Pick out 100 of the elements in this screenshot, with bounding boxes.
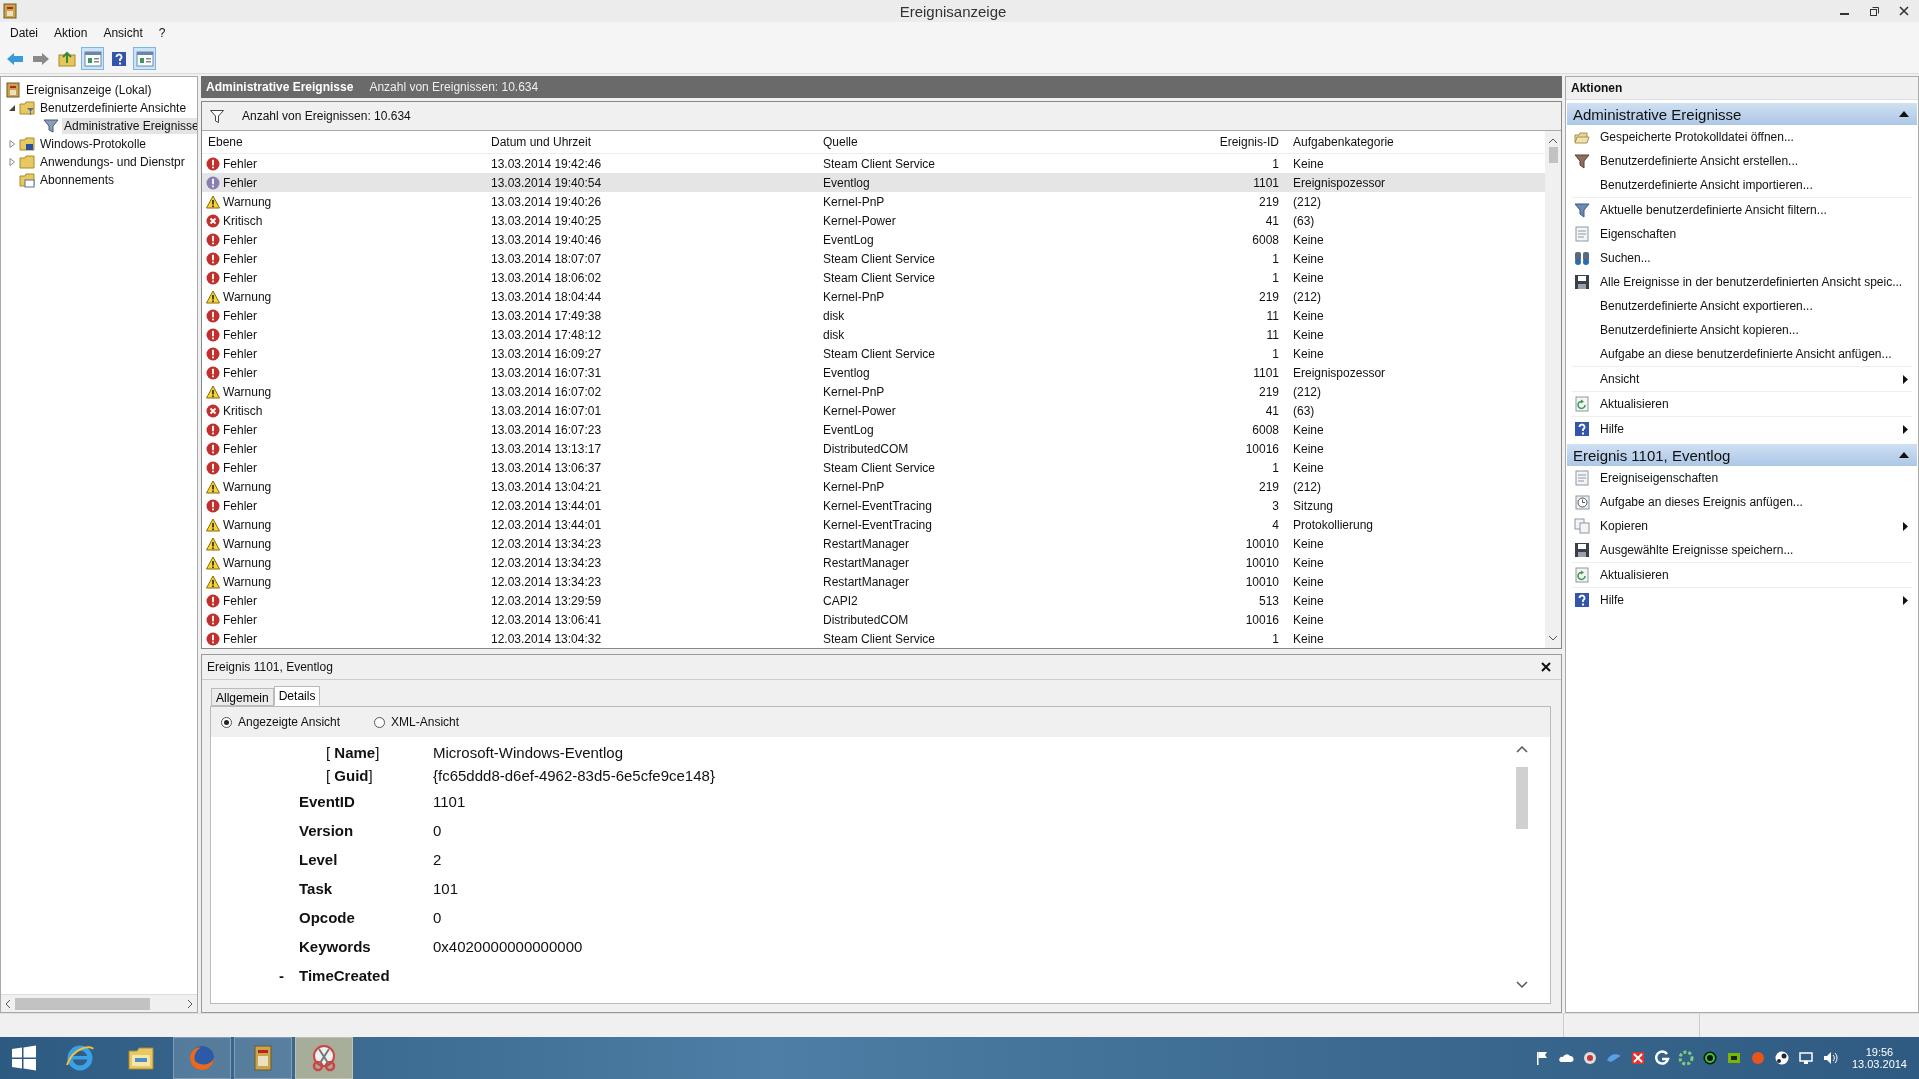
event-row[interactable]: Fehler 13.03.2014 16:09:27 Steam Client Service 1 Keine [202, 344, 1545, 363]
action-item[interactable]: Benutzerdefinierte Ansicht kopieren... [1572, 318, 1912, 342]
taskbar-button[interactable] [234, 1037, 292, 1079]
event-row[interactable]: Warnung 12.03.2014 13:34:23 RestartManager 10010 Keine [202, 534, 1545, 553]
tree-item[interactable]: Ereignisanzeige (Lokal) [24, 82, 154, 98]
action-item[interactable]: Aktualisieren [1572, 392, 1912, 416]
clock[interactable]: 19:56 13.03.2014 [1851, 1046, 1919, 1070]
category-cell-text: (212) [1292, 194, 1322, 209]
action-item[interactable]: Hilfe [1572, 417, 1912, 441]
folder-up-icon [57, 50, 76, 67]
action-item[interactable]: Ansicht [1572, 367, 1912, 391]
event-row[interactable]: Fehler 13.03.2014 16:07:31 Eventlog 1101 Ereignispozessor [202, 363, 1545, 382]
menu-item[interactable]: Aktion [48, 24, 94, 42]
event-row[interactable]: Warnung 12.03.2014 13:44:01 Kernel-EventTracing 4 Protokollierung [202, 515, 1545, 534]
event-row[interactable]: Fehler 12.03.2014 13:29:59 CAPI2 513 Keine [202, 591, 1545, 610]
event-row[interactable]: Kritisch 13.03.2014 16:07:01 Kernel-Power 41 (63) [202, 401, 1545, 420]
event-row[interactable]: Fehler 12.03.2014 13:44:01 Kernel-EventTracing 3 Sitzung [202, 496, 1545, 515]
scroll-right-icon[interactable] [186, 998, 194, 1009]
menu-item[interactable]: Ansicht [97, 24, 149, 42]
app-icon[interactable] [1653, 1050, 1670, 1066]
scroll-thumb[interactable] [1548, 147, 1558, 163]
action-item[interactable]: Benutzerdefinierte Ansicht erstellen... [1572, 149, 1912, 173]
scroll-up-icon[interactable] [1516, 745, 1528, 753]
radio-button[interactable] [221, 716, 232, 728]
date-cell-text: 13.03.2014 16:09:27 [490, 346, 603, 361]
event-id-cell-text: 219 [1257, 289, 1280, 304]
tree-item[interactable]: Windows-Protokolle [38, 136, 149, 152]
action-item[interactable]: Eigenschaften [1572, 222, 1912, 246]
date-cell-text: 13.03.2014 13:06:37 [490, 460, 603, 475]
menu-item[interactable]: Datei [4, 24, 44, 42]
taskbar-button[interactable] [295, 1037, 353, 1079]
close-button[interactable] [1539, 660, 1553, 674]
action-item[interactable]: Benutzerdefinierte Ansicht importieren... [1572, 173, 1912, 197]
action-item[interactable]: Ereigniseigenschaften [1572, 466, 1912, 490]
action-item[interactable]: Hilfe [1572, 588, 1912, 612]
action-item[interactable]: Aufgabe an dieses Ereignis anfügen... [1572, 490, 1912, 514]
shield-icon[interactable] [1581, 1050, 1598, 1066]
event-row[interactable]: Fehler 12.03.2014 13:06:41 DistributedCOM 10016 Keine [202, 610, 1545, 629]
app-icon[interactable] [1629, 1050, 1646, 1066]
column-header[interactable]: Ebene [202, 135, 485, 149]
action-item[interactable]: Aktualisieren [1572, 563, 1912, 587]
radio-button[interactable] [374, 716, 386, 728]
tree-toggle-button[interactable] [81, 47, 104, 70]
event-row[interactable]: Fehler 13.03.2014 19:42:46 Steam Client Service 1 Keine [202, 154, 1545, 173]
event-row[interactable]: Kritisch 13.03.2014 19:40:25 Kernel-Power 41 (63) [202, 211, 1545, 230]
action-item[interactable]: Kopieren [1572, 514, 1912, 538]
column-header[interactable]: Ereignis-ID [1052, 135, 1287, 149]
event-row[interactable]: Fehler 13.03.2014 17:49:38 disk 11 Keine [202, 306, 1545, 325]
event-row[interactable]: Fehler 13.03.2014 18:07:07 Steam Client Service 1 Keine [202, 249, 1545, 268]
scroll-thumb[interactable] [1516, 767, 1528, 829]
column-header[interactable]: Quelle [817, 135, 1052, 149]
scroll-thumb[interactable] [15, 997, 150, 1010]
action-item[interactable]: Gespeicherte Protokolldatei öffnen... [1572, 125, 1912, 149]
column-header[interactable]: Datum und Uhrzeit [485, 135, 817, 149]
action-item[interactable]: Aufgabe an diese benutzerdefinierte Ansicht anfügen... [1572, 342, 1912, 366]
ring-icon[interactable] [1701, 1050, 1718, 1066]
chip-icon[interactable] [1725, 1050, 1742, 1066]
event-row[interactable]: Fehler 13.03.2014 13:06:37 Steam Client Service 1 Keine [202, 458, 1545, 477]
event-row[interactable]: Fehler 13.03.2014 16:07:23 EventLog 6008 Keine [202, 420, 1545, 439]
event-row[interactable]: Fehler 13.03.2014 17:48:12 disk 11 Keine [202, 325, 1545, 344]
event-row[interactable]: Warnung 13.03.2014 18:04:44 Kernel-PnP 219 (212) [202, 287, 1545, 306]
event-row[interactable]: Warnung 12.03.2014 13:34:23 RestartManager 10010 Keine [202, 553, 1545, 572]
collapse-icon[interactable] [1899, 111, 1909, 117]
scroll-down-icon[interactable] [1516, 981, 1528, 989]
tree-item[interactable]: Abonnements [38, 172, 117, 188]
action-item[interactable]: Benutzerdefinierte Ansicht exportieren... [1572, 294, 1912, 318]
event-row[interactable]: Warnung 13.03.2014 19:40:26 Kernel-PnP 219 (212) [202, 192, 1545, 211]
date-cell-text: 13.03.2014 16:07:31 [490, 365, 603, 380]
event-row[interactable]: Fehler 13.03.2014 19:40:54 Eventlog 1101 Ereignispozessor [202, 173, 1545, 192]
tab[interactable]: Details [273, 686, 321, 706]
field-name: Opcode [299, 909, 355, 926]
scroll-up-icon[interactable] [1548, 137, 1558, 145]
vertical-scrollbar[interactable] [1545, 131, 1561, 648]
action-item[interactable]: Alle Ereignisse in der benutzerdefinierten Ansicht speic... [1572, 270, 1912, 294]
speaker-icon[interactable] [1821, 1050, 1838, 1066]
tree-item[interactable]: Anwendungs- und Dienstpr [38, 154, 187, 170]
network-icon[interactable] [1797, 1050, 1814, 1066]
column-header[interactable]: Aufgabenkategorie [1287, 135, 1545, 149]
section-header[interactable]: Administrative Ereignisse [1567, 103, 1917, 125]
action-item[interactable]: Aktuelle benutzerdefinierte Ansicht filtern... [1572, 198, 1912, 222]
horizontal-scrollbar[interactable] [1, 994, 197, 1012]
action-item[interactable]: Ausgewählte Ereignisse speichern... [1572, 538, 1912, 562]
scroll-left-icon[interactable] [4, 998, 12, 1009]
tree-item[interactable]: Benutzerdefinierte Ansichte [38, 100, 189, 116]
event-row[interactable]: Fehler 12.03.2014 13:04:32 Steam Client Service 1 Keine [202, 629, 1545, 648]
event-row[interactable]: Fehler 13.03.2014 19:40:46 EventLog 6008 Keine [202, 230, 1545, 249]
action-item[interactable]: Suchen... [1572, 246, 1912, 270]
event-row[interactable]: Fehler 13.03.2014 18:06:02 Steam Client Service 1 Keine [202, 268, 1545, 287]
section-header[interactable]: Ereignis 1101, Eventlog [1567, 444, 1917, 466]
event-row[interactable]: Warnung 13.03.2014 13:04:21 Kernel-PnP 219 (212) [202, 477, 1545, 496]
event-id-cell-text: 10016 [1244, 612, 1280, 627]
scroll-down-icon[interactable] [1548, 634, 1558, 642]
menu-item[interactable]: ? [152, 24, 172, 42]
event-row[interactable]: Fehler 13.03.2014 13:13:17 DistributedCOM 10016 Keine [202, 439, 1545, 458]
action-pane-button[interactable] [133, 47, 156, 70]
event-row[interactable]: Warnung 12.03.2014 13:34:23 RestartManager 10010 Keine [202, 572, 1545, 591]
event-row[interactable]: Warnung 13.03.2014 16:07:02 Kernel-PnP 219 (212) [202, 382, 1545, 401]
collapse-marker[interactable]: - [279, 967, 299, 984]
collapse-icon[interactable] [1899, 452, 1909, 458]
tab[interactable]: Allgemein [211, 688, 274, 706]
